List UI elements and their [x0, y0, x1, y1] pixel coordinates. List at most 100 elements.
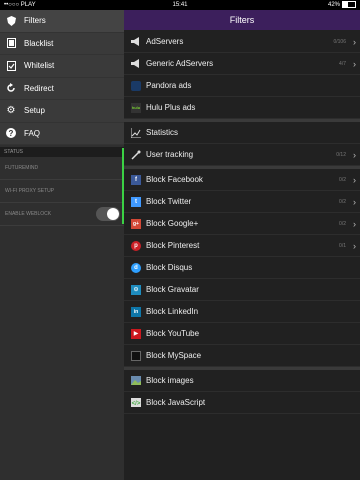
sidebar-menu: Filters Blacklist Whitelist Redirect ⚙ S…: [0, 10, 124, 145]
filter-count: 0/12: [336, 151, 346, 158]
battery-indicator: 42%: [328, 0, 356, 10]
filter-label: Generic AdServers: [146, 59, 214, 68]
gear-icon: ⚙: [6, 105, 16, 117]
filter-count: 4/7: [339, 60, 346, 67]
filter-label: Block YouTube: [146, 329, 200, 338]
sidebar: Filters Blacklist Whitelist Redirect ⚙ S…: [0, 10, 124, 480]
redirect-icon: [6, 83, 16, 93]
filter-row-images[interactable]: Block images: [124, 370, 360, 392]
enable-weblock-toggle[interactable]: [96, 207, 120, 221]
chevron-right-icon: ›: [353, 174, 356, 185]
toggle-knob: [107, 208, 119, 220]
filter-row-googleplus[interactable]: g+ Block Google+ 0/2 ›: [124, 213, 360, 235]
whitelist-icon: [6, 60, 16, 71]
filter-count: 0/1: [339, 242, 346, 249]
page-title: Filters: [229, 15, 255, 25]
tracking-icon: [131, 149, 141, 160]
filter-label: Block Google+: [146, 219, 199, 228]
filter-label: Block Facebook: [146, 175, 203, 184]
filter-row-hulu[interactable]: hulu Hulu Plus ads: [124, 97, 360, 119]
megaphone-icon: [131, 59, 141, 69]
facebook-icon: f: [131, 174, 141, 185]
filter-label: Block LinkedIn: [146, 307, 199, 316]
chevron-right-icon: ›: [353, 58, 356, 69]
filter-label: Block Gravatar: [146, 285, 199, 294]
filter-row-javascript[interactable]: </> Block JavaScript: [124, 392, 360, 414]
filter-label: Statistics: [146, 128, 179, 137]
linkedin-icon: in: [131, 306, 141, 317]
filter-row-pandora[interactable]: Pandora ads: [124, 75, 360, 97]
chevron-right-icon: ›: [353, 240, 356, 251]
youtube-icon: ▶: [131, 328, 141, 339]
filter-label: User tracking: [146, 150, 194, 159]
filter-label: AdServers: [146, 37, 184, 46]
sidebar-item-label: FAQ: [24, 128, 41, 138]
filter-label: Block images: [146, 376, 194, 385]
megaphone-icon: [131, 37, 141, 47]
filter-label: Hulu Plus ads: [146, 103, 196, 112]
question-icon: ?: [6, 128, 16, 139]
javascript-icon: </>: [131, 398, 141, 408]
filter-row-generic-adservers[interactable]: Generic AdServers 4/7 ›: [124, 53, 360, 75]
filter-row-gravatar[interactable]: ⊙ Block Gravatar: [124, 279, 360, 301]
enable-weblock-row: ENABLE WEBLOCK: [0, 203, 124, 226]
filter-count: 0/2: [339, 176, 346, 183]
svg-text:</>: </>: [132, 401, 141, 407]
filter-row-pinterest[interactable]: p Block Pinterest 0/1 ›: [124, 235, 360, 257]
filter-label: Block JavaScript: [146, 398, 206, 407]
filter-label: Block Twitter: [146, 197, 192, 206]
clock: 15:41: [172, 2, 188, 8]
wifi-proxy-setup-row[interactable]: WI-FI PROXY SETUP: [0, 180, 124, 203]
svg-text:?: ?: [9, 129, 14, 138]
filter-label: Pandora ads: [146, 81, 192, 90]
filter-count: 0/2: [339, 198, 346, 205]
sidebar-item-label: Redirect: [24, 83, 54, 93]
filter-count: 0/2: [339, 220, 346, 227]
futuremind-row: FUTUREMIND: [0, 157, 124, 180]
filter-row-disqus[interactable]: d Block Disqus: [124, 257, 360, 279]
filter-row-facebook[interactable]: f Block Facebook 0/2 ›: [124, 169, 360, 191]
sidebar-item-label: Setup: [24, 106, 45, 116]
chart-icon: [131, 127, 141, 138]
image-icon: [131, 376, 141, 386]
sidebar-item-label: Filters: [24, 16, 46, 26]
filter-row-linkedin[interactable]: in Block LinkedIn: [124, 301, 360, 323]
sidebar-item-filters[interactable]: Filters: [0, 10, 124, 33]
filter-row-youtube[interactable]: ▶ Block YouTube: [124, 323, 360, 345]
navbar: Filters: [124, 10, 360, 30]
pinterest-icon: p: [131, 240, 141, 251]
sidebar-item-label: Blacklist: [24, 38, 54, 48]
battery-icon: [342, 0, 356, 8]
sidebar-item-setup[interactable]: ⚙ Setup: [0, 100, 124, 123]
googleplus-icon: g+: [131, 218, 141, 229]
disqus-icon: d: [131, 262, 141, 273]
gravatar-icon: ⊙: [131, 284, 141, 295]
filter-label: Block MySpace: [146, 351, 202, 360]
hulu-icon: hulu: [131, 102, 141, 113]
pandora-icon: [131, 80, 141, 91]
filter-row-myspace[interactable]: Block MySpace: [124, 345, 360, 367]
chevron-right-icon: ›: [353, 149, 356, 160]
myspace-icon: [131, 350, 141, 361]
filter-row-statistics[interactable]: Statistics: [124, 122, 360, 144]
status-bar: ••○○○ PLAY 15:41 42%: [0, 0, 360, 10]
chevron-right-icon: ›: [353, 196, 356, 207]
sidebar-item-whitelist[interactable]: Whitelist: [0, 55, 124, 78]
filter-row-adservers[interactable]: AdServers 0/106 ›: [124, 31, 360, 53]
filters-panel: Filters AdServers 0/106 › Generic AdServ…: [124, 10, 360, 480]
sidebar-item-label: Whitelist: [24, 61, 55, 71]
filter-row-user-tracking[interactable]: User tracking 0/12 ›: [124, 144, 360, 166]
chevron-right-icon: ›: [353, 36, 356, 47]
status-section-header: STATUS: [0, 147, 124, 157]
sidebar-item-redirect[interactable]: Redirect: [0, 78, 124, 100]
filter-count: 0/106: [333, 38, 346, 45]
blacklist-icon: [6, 38, 16, 49]
sidebar-item-faq[interactable]: ? FAQ: [0, 123, 124, 145]
chevron-right-icon: ›: [353, 218, 356, 229]
filter-label: Block Disqus: [146, 263, 193, 272]
shield-icon: [6, 15, 16, 26]
twitter-icon: t: [131, 196, 141, 207]
filter-row-twitter[interactable]: t Block Twitter 0/2 ›: [124, 191, 360, 213]
sidebar-item-blacklist[interactable]: Blacklist: [0, 33, 124, 55]
filter-label: Block Pinterest: [146, 241, 200, 250]
